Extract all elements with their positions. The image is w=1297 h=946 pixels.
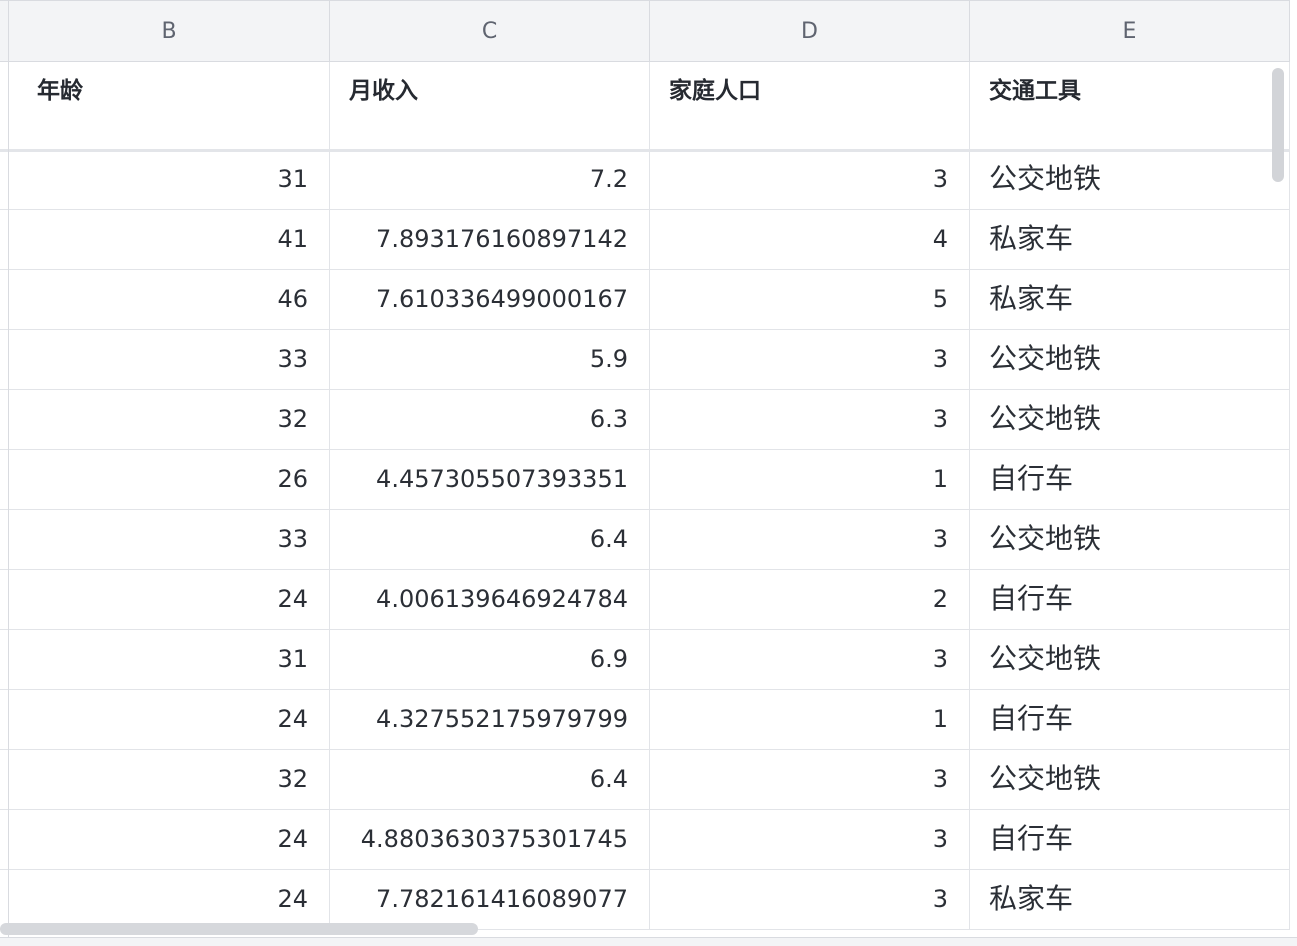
cell-income[interactable]: 4.457305507393351 bbox=[330, 450, 650, 509]
cell-family[interactable]: 3 bbox=[650, 870, 970, 929]
cell-income[interactable]: 7.2 bbox=[330, 150, 650, 209]
cell-income[interactable]: 6.9 bbox=[330, 630, 650, 689]
cell-family[interactable]: 3 bbox=[650, 630, 970, 689]
cell-age[interactable]: 31 bbox=[9, 150, 330, 209]
table-row: 32 6.4 3 公交地铁 bbox=[0, 750, 1290, 810]
cell-income[interactable]: 4.006139646924784 bbox=[330, 570, 650, 629]
cell-income[interactable]: 7.610336499000167 bbox=[330, 270, 650, 329]
header-cell-family[interactable]: 家庭人口 bbox=[650, 62, 970, 149]
cell-family[interactable]: 3 bbox=[650, 750, 970, 809]
table-row: 24 4.006139646924784 2 自行车 bbox=[0, 570, 1290, 630]
cell-income[interactable]: 7.893176160897142 bbox=[330, 210, 650, 269]
cell-income[interactable]: 4.327552175979799 bbox=[330, 690, 650, 749]
table-row: 26 4.457305507393351 1 自行车 bbox=[0, 450, 1290, 510]
right-gutter bbox=[1290, 0, 1297, 946]
cell-transport[interactable]: 公交地铁 bbox=[970, 510, 1290, 569]
table-row: 24 4.327552175979799 1 自行车 bbox=[0, 690, 1290, 750]
cell-family[interactable]: 3 bbox=[650, 390, 970, 449]
cell-family[interactable]: 1 bbox=[650, 690, 970, 749]
table-row: 41 7.893176160897142 4 私家车 bbox=[0, 210, 1290, 270]
cell-age[interactable]: 32 bbox=[9, 750, 330, 809]
cell-transport[interactable]: 私家车 bbox=[970, 210, 1290, 269]
header-row: 年龄 月收入 家庭人口 交通工具 bbox=[0, 62, 1290, 152]
cell-income[interactable]: 6.4 bbox=[330, 750, 650, 809]
column-header-c[interactable]: C bbox=[330, 1, 650, 61]
cell-income[interactable]: 6.4 bbox=[330, 510, 650, 569]
cell-family[interactable]: 3 bbox=[650, 510, 970, 569]
cell-income[interactable]: 4.8803630375301745 bbox=[330, 810, 650, 869]
cell-transport[interactable]: 公交地铁 bbox=[970, 150, 1290, 209]
cell-transport[interactable]: 自行车 bbox=[970, 570, 1290, 629]
table-row: 33 5.9 3 公交地铁 bbox=[0, 330, 1290, 390]
cell-family[interactable]: 4 bbox=[650, 210, 970, 269]
header-cell-age[interactable]: 年龄 bbox=[9, 62, 330, 149]
cell-age[interactable]: 41 bbox=[9, 210, 330, 269]
cell-age[interactable]: 24 bbox=[9, 690, 330, 749]
column-header-e[interactable]: E bbox=[970, 1, 1290, 61]
table-row: 31 7.2 3 公交地铁 bbox=[0, 150, 1290, 210]
cell-family[interactable]: 3 bbox=[650, 810, 970, 869]
row-header-edge bbox=[0, 0, 9, 946]
vertical-scrollbar[interactable] bbox=[1272, 68, 1284, 182]
cell-transport[interactable]: 自行车 bbox=[970, 450, 1290, 509]
table-row: 33 6.4 3 公交地铁 bbox=[0, 510, 1290, 570]
column-header-b[interactable]: B bbox=[9, 1, 330, 61]
header-cell-income[interactable]: 月收入 bbox=[330, 62, 650, 149]
cell-transport[interactable]: 公交地铁 bbox=[970, 390, 1290, 449]
cell-age[interactable]: 26 bbox=[9, 450, 330, 509]
cell-transport[interactable]: 公交地铁 bbox=[970, 630, 1290, 689]
cell-age[interactable]: 33 bbox=[9, 510, 330, 569]
cell-age[interactable]: 24 bbox=[9, 870, 330, 929]
cell-income[interactable]: 7.782161416089077 bbox=[330, 870, 650, 929]
cell-age[interactable]: 32 bbox=[9, 390, 330, 449]
cell-income[interactable]: 5.9 bbox=[330, 330, 650, 389]
table-row: 24 4.8803630375301745 3 自行车 bbox=[0, 810, 1290, 870]
table-row: 31 6.9 3 公交地铁 bbox=[0, 630, 1290, 690]
header-cell-transport[interactable]: 交通工具 bbox=[970, 62, 1290, 149]
cell-age[interactable]: 46 bbox=[9, 270, 330, 329]
cell-transport[interactable]: 私家车 bbox=[970, 270, 1290, 329]
cell-age[interactable]: 24 bbox=[9, 570, 330, 629]
cell-age[interactable]: 33 bbox=[9, 330, 330, 389]
cell-transport[interactable]: 自行车 bbox=[970, 690, 1290, 749]
cell-family[interactable]: 2 bbox=[650, 570, 970, 629]
cell-transport[interactable]: 公交地铁 bbox=[970, 330, 1290, 389]
cell-family[interactable]: 3 bbox=[650, 150, 970, 209]
cell-transport[interactable]: 公交地铁 bbox=[970, 750, 1290, 809]
column-header-d[interactable]: D bbox=[650, 1, 970, 61]
cell-family[interactable]: 1 bbox=[650, 450, 970, 509]
cell-transport[interactable]: 私家车 bbox=[970, 870, 1290, 929]
cell-age[interactable]: 24 bbox=[9, 810, 330, 869]
cell-income[interactable]: 6.3 bbox=[330, 390, 650, 449]
cell-transport[interactable]: 自行车 bbox=[970, 810, 1290, 869]
table-row: 32 6.3 3 公交地铁 bbox=[0, 390, 1290, 450]
cell-family[interactable]: 3 bbox=[650, 330, 970, 389]
table-row: 24 7.782161416089077 3 私家车 bbox=[0, 870, 1290, 930]
cell-age[interactable]: 31 bbox=[9, 630, 330, 689]
spreadsheet: B C D E 年龄 月收入 家庭人口 交通工具 31 7.2 3 公交地铁 41 7.8… bbox=[0, 0, 1297, 946]
cell-family[interactable]: 5 bbox=[650, 270, 970, 329]
table-row: 46 7.610336499000167 5 私家车 bbox=[0, 270, 1290, 330]
horizontal-scrollbar[interactable] bbox=[0, 923, 478, 935]
column-header-row: B C D E bbox=[0, 0, 1290, 62]
bottom-bar bbox=[0, 937, 1297, 946]
